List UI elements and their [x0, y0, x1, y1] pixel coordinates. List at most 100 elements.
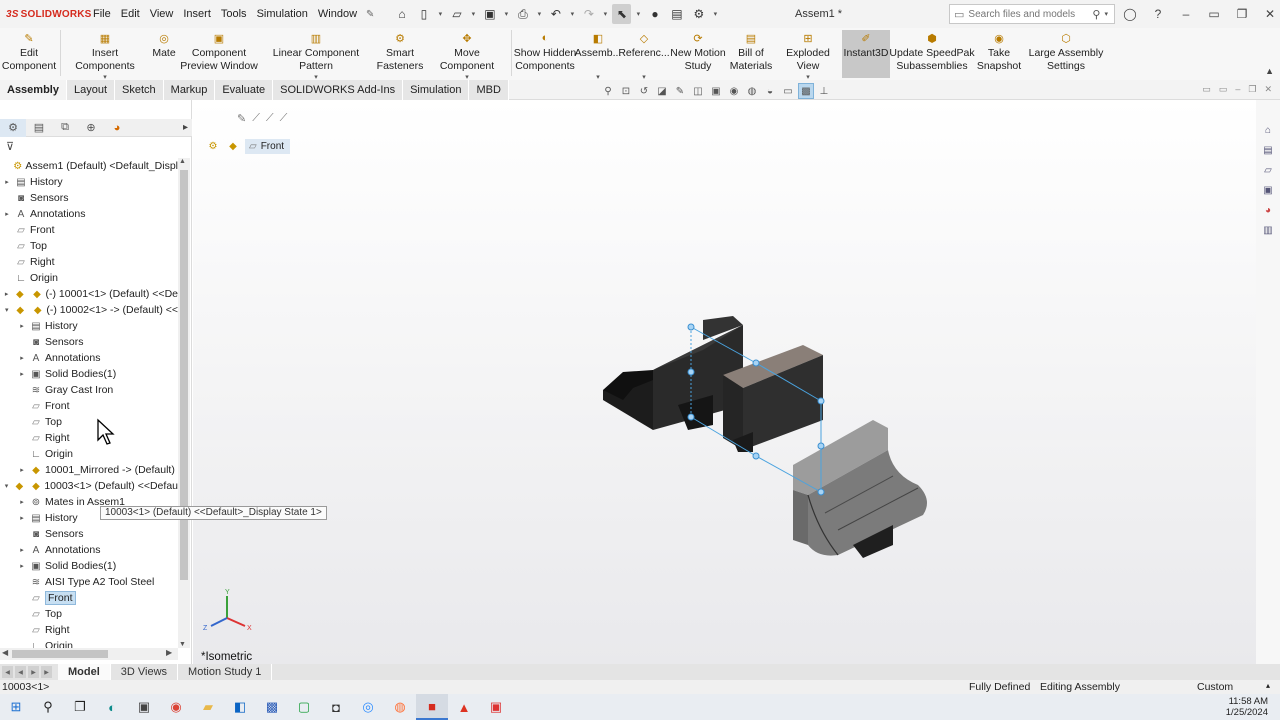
tree-node[interactable]: ◙ Sensors: [0, 526, 178, 542]
chevron-right-icon[interactable]: ▸: [17, 498, 27, 506]
configuration-manager-icon[interactable]: ⧉: [52, 119, 78, 137]
first-tab-icon[interactable]: ◀: [2, 666, 13, 678]
camtasia-icon[interactable]: ▢: [288, 694, 320, 720]
tab-layout[interactable]: Layout: [66, 79, 116, 100]
tree-vertical-scrollbar[interactable]: ▲ ▼: [178, 158, 190, 648]
chevron-right-icon[interactable]: ▸: [183, 122, 188, 133]
feature-tree-icon[interactable]: ⚙: [0, 118, 26, 137]
tab-sketch[interactable]: Sketch: [115, 79, 164, 100]
home-icon[interactable]: ⌂: [392, 4, 411, 24]
save-icon[interactable]: ▣: [480, 4, 499, 24]
acrobat-icon[interactable]: ▲: [448, 694, 480, 720]
scroll-up-icon[interactable]: ▲: [179, 158, 186, 165]
help-icon[interactable]: ?: [1149, 4, 1167, 24]
smart-fasteners-button[interactable]: ⚙ Smart Fasteners: [375, 30, 425, 78]
tree-node[interactable]: ≋ Gray Cast Iron: [0, 382, 178, 398]
tree-node[interactable]: ≋ AISI Type A2 Tool Steel: [0, 574, 178, 590]
rectangle-tool-icon[interactable]: ⟋: [266, 112, 274, 125]
restore-icon[interactable]: ❐: [1248, 84, 1256, 95]
show-hidden-button[interactable]: ◐ Show Hidden Components: [514, 30, 576, 78]
recorder-icon[interactable]: ▣: [480, 694, 512, 720]
tree-node[interactable]: ▸ A Annotations: [0, 350, 178, 366]
new-motion-study-button[interactable]: ⟳ New Motion Study: [668, 30, 728, 78]
scrollbar-thumb[interactable]: [12, 650, 108, 658]
store-icon[interactable]: ▣: [128, 694, 160, 720]
tab-addins[interactable]: SOLIDWORKS Add-Ins: [273, 79, 404, 100]
zoom-area-icon[interactable]: ⊡: [618, 83, 634, 99]
bill-of-materials-button[interactable]: ▤ Bill of Materials: [728, 30, 774, 78]
tree-node[interactable]: ∟ Origin: [0, 638, 178, 648]
rebuild-icon[interactable]: ●: [645, 4, 664, 24]
status-units[interactable]: Custom: [1197, 681, 1233, 693]
component-preview-button[interactable]: ▣ Component Preview Window: [180, 30, 258, 78]
linear-pattern-button[interactable]: ▥ Linear Component Pattern ▾: [257, 30, 375, 82]
tree-node[interactable]: ∟ Origin: [0, 270, 178, 286]
chevron-up-icon[interactable]: ▲: [1265, 66, 1274, 76]
chevron-down-icon[interactable]: ▾: [2, 306, 12, 314]
display-style-icon[interactable]: ▣: [708, 83, 724, 99]
chevron-right-icon[interactable]: ▸: [17, 546, 27, 554]
minimize-icon[interactable]: –: [1235, 84, 1240, 95]
insert-components-button[interactable]: ▦ Insert Components ▾: [63, 30, 147, 82]
pin-icon[interactable]: ✎: [237, 112, 246, 125]
previous-view-icon[interactable]: ↺: [636, 83, 652, 99]
menu-edit[interactable]: Edit: [116, 8, 145, 20]
chevron-right-icon[interactable]: ▸: [17, 466, 27, 474]
task-view-icon[interactable]: ❐: [64, 694, 96, 720]
chevron-right-icon[interactable]: ▸: [17, 370, 27, 378]
options-gear-icon[interactable]: ⚙: [689, 4, 708, 24]
windows-start-icon[interactable]: ⊞: [0, 694, 32, 720]
zoom-to-fit-icon[interactable]: ⚲: [600, 83, 616, 99]
tree-node[interactable]: ▱ Top: [0, 238, 178, 254]
last-tab-icon[interactable]: ▶: [41, 666, 52, 678]
tree-node[interactable]: ▱ Front: [0, 590, 178, 606]
move-component-button[interactable]: ✥ Move Component ▾: [425, 30, 509, 82]
assembly-icon[interactable]: ⚙: [205, 138, 221, 154]
view-cube-icon[interactable]: ▩: [798, 83, 814, 99]
instant3d-button[interactable]: ✐ Instant3D: [842, 30, 890, 78]
tab-3d-views[interactable]: 3D Views: [111, 664, 179, 680]
part-10003[interactable]: [793, 420, 927, 558]
chevron-down-icon[interactable]: ▾: [1104, 10, 1108, 18]
search-input[interactable]: [968, 8, 1089, 20]
apply-scene-icon[interactable]: ◒: [762, 83, 778, 99]
smart-dimension-icon[interactable]: ⟋: [280, 112, 288, 125]
filter-icon[interactable]: ⊽: [6, 140, 14, 153]
system-clock[interactable]: 11:58 AM 1/25/2024: [1226, 696, 1268, 718]
next-tab-icon[interactable]: ▶: [28, 666, 39, 678]
tree-node[interactable]: ▸ ▣ Solid Bodies(1): [0, 366, 178, 382]
tree-node[interactable]: ▱ Top: [0, 414, 178, 430]
scroll-left-icon[interactable]: ◀: [2, 648, 8, 657]
tree-node[interactable]: ▸ ▣ Solid Bodies(1): [0, 558, 178, 574]
menu-insert[interactable]: Insert: [178, 8, 216, 20]
view-palette-icon[interactable]: ▣: [1259, 182, 1277, 198]
tree-node[interactable]: ▾ ◆ ◆ (-) 10002<1> -> (Default) <<: [0, 302, 178, 318]
chevron-down-icon[interactable]: ▾: [535, 4, 543, 24]
file-properties-icon[interactable]: ▤: [667, 4, 686, 24]
tree-node[interactable]: ▱ Front: [0, 222, 178, 238]
tree-node[interactable]: ▱ Right: [0, 430, 178, 446]
restore-icon[interactable]: ▭: [1205, 4, 1223, 24]
tree-node[interactable]: ▸ A Annotations: [0, 206, 178, 222]
design-library-icon[interactable]: ▤: [1259, 142, 1277, 158]
tree-node[interactable]: ∟ Origin: [0, 446, 178, 462]
breadcrumb-item[interactable]: ▱ Front: [245, 138, 291, 154]
outlook-icon[interactable]: ◧: [224, 694, 256, 720]
tab-assembly[interactable]: Assembly: [0, 79, 67, 100]
tree-horizontal-scrollbar[interactable]: ◀ ▶: [0, 648, 178, 660]
update-speedpak-button[interactable]: ⬢ Update SpeedPak Subassemblies: [889, 30, 974, 78]
tree-node[interactable]: ▸ ▤ History: [0, 318, 178, 334]
tree-node[interactable]: ▸ ▤ History: [0, 174, 178, 190]
edit-component-button[interactable]: ✎ Edit Component: [0, 30, 58, 78]
pin-icon[interactable]: ✎: [366, 9, 374, 20]
tree-node[interactable]: ◙ Sensors: [0, 190, 178, 206]
menu-window[interactable]: Window: [313, 8, 362, 20]
tree-node[interactable]: ▸ ◆ 10001_Mirrored -> (Default): [0, 462, 178, 478]
open-folder-icon[interactable]: ▱: [447, 4, 466, 24]
chevron-right-icon[interactable]: ▸: [17, 354, 27, 362]
undo-icon[interactable]: ↶: [546, 4, 565, 24]
redo-icon[interactable]: ↷: [579, 4, 598, 24]
view-orientation-icon[interactable]: ◫: [690, 83, 706, 99]
hide-show-icon[interactable]: ◉: [726, 83, 742, 99]
edit-appearance-icon[interactable]: ◍: [744, 83, 760, 99]
